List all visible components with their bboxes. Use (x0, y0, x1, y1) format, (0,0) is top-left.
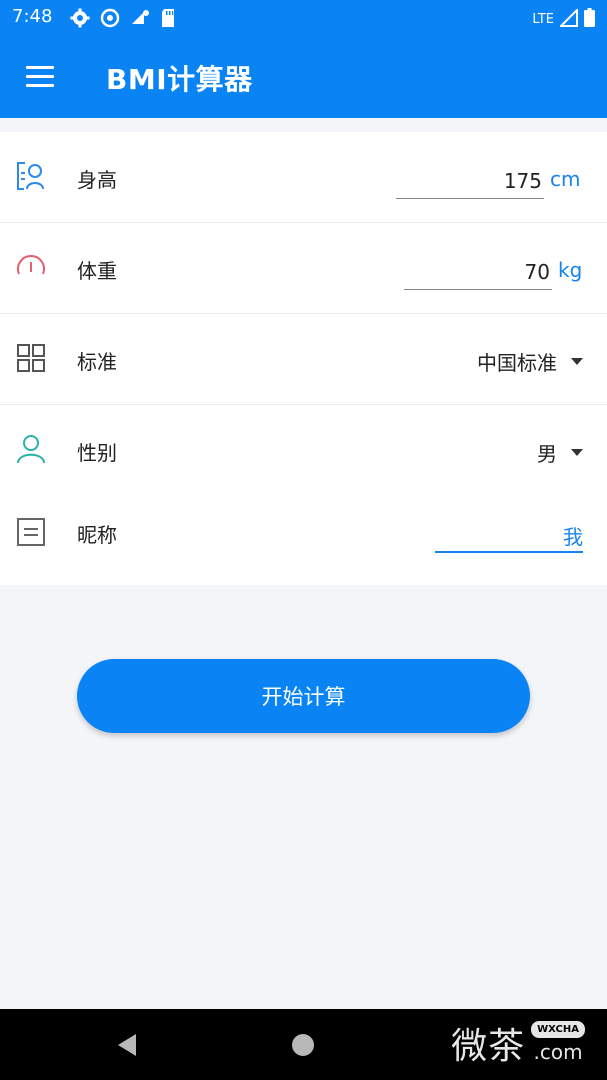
weight-input[interactable] (404, 257, 552, 290)
watermark-text: 微茶 (451, 1026, 526, 1067)
height-unit: cm (550, 167, 581, 191)
calculate-button[interactable]: 开始计算 (77, 659, 530, 733)
weight-row: 体重 kg (0, 223, 607, 314)
network-type: LTE (532, 12, 554, 27)
sd-card-icon (160, 8, 180, 28)
note-icon (16, 517, 46, 547)
status-time: 7:48 (12, 6, 53, 27)
user-icon (16, 434, 46, 464)
app-bar: BMI计算器 (0, 36, 607, 118)
weight-label: 体重 (77, 259, 117, 283)
dropdown-arrow-icon (571, 449, 583, 456)
bmi-form: 身高 cm 体重 kg 标准 中国标准 (0, 132, 607, 585)
wifi-settings-icon (130, 8, 150, 28)
back-icon[interactable] (116, 1033, 138, 1061)
standard-row: 标准 中国标准 (0, 314, 607, 405)
person-card-icon (16, 161, 46, 191)
grid-icon (16, 343, 46, 373)
height-label: 身高 (77, 168, 117, 192)
watermark-side: WXCHA .com (531, 1021, 585, 1064)
status-bar: 7:48 LTE (0, 0, 607, 36)
height-row: 身高 cm (0, 132, 607, 223)
nickname-input[interactable] (435, 519, 583, 553)
app-title: BMI计算器 (106, 63, 253, 96)
standard-value: 中国标准 (477, 351, 557, 375)
gauge-icon (16, 252, 46, 282)
status-icons (70, 8, 180, 28)
signal-icon (558, 7, 578, 31)
gender-label: 性别 (77, 441, 117, 465)
watermark-domain: .com (533, 1040, 583, 1064)
nickname-label: 昵称 (77, 523, 117, 547)
dropdown-arrow-icon (571, 358, 583, 365)
gender-row: 性别 男 (0, 405, 607, 495)
watermark: 微茶 WXCHA .com (451, 1017, 585, 1069)
weight-unit: kg (558, 258, 583, 282)
battery-icon (584, 8, 595, 31)
sync-icon (100, 8, 120, 28)
standard-select[interactable]: 中国标准 (477, 347, 583, 376)
gender-select[interactable]: 男 (537, 438, 583, 467)
navigation-bar: 微茶 WXCHA .com (0, 1009, 607, 1080)
status-right: LTE (532, 7, 595, 31)
settings-icon (70, 8, 90, 28)
height-input[interactable] (396, 166, 544, 199)
gender-value: 男 (537, 442, 557, 466)
home-icon[interactable] (292, 1034, 314, 1056)
nickname-row: 昵称 (0, 495, 607, 585)
watermark-badge: WXCHA (531, 1021, 585, 1038)
menu-icon[interactable] (26, 66, 56, 88)
standard-label: 标准 (77, 350, 117, 374)
